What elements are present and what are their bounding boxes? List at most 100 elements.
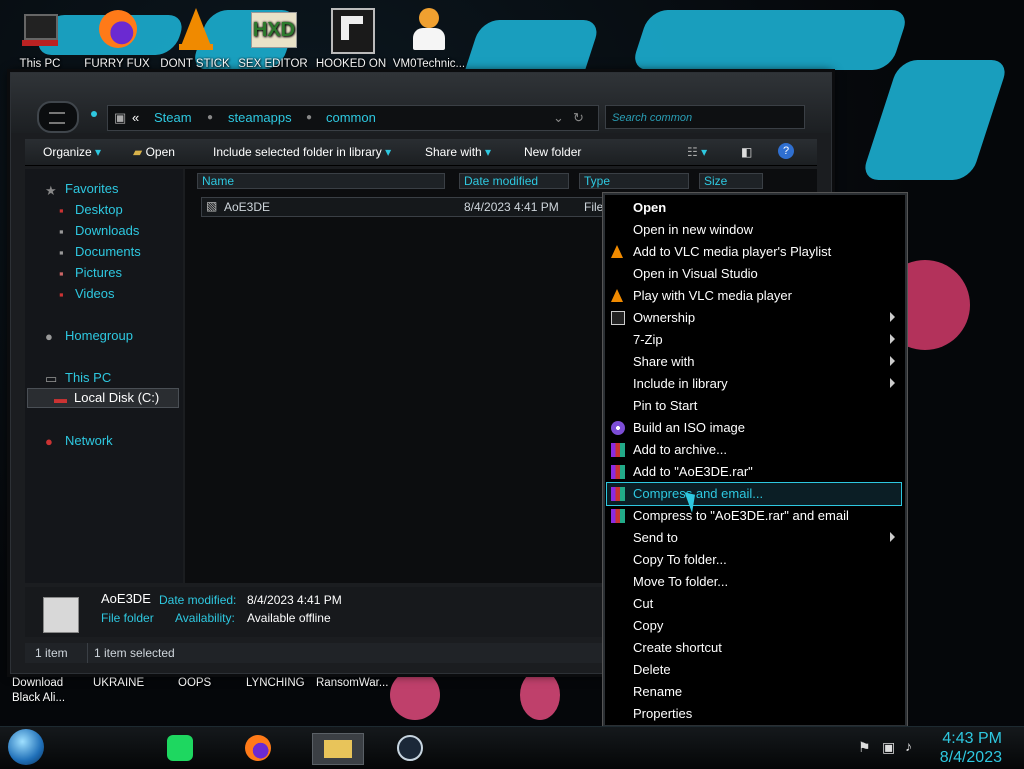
nav-videos[interactable]: Videos <box>75 286 115 301</box>
table-row[interactable]: ▧ AoE3DE 8/4/2023 4:41 PM File <box>201 197 603 217</box>
menu-item-label: Open in Visual Studio <box>633 266 758 281</box>
menu-item-label: Rename <box>633 684 683 699</box>
nav-local-disk-row[interactable]: ▬ Local Disk (C:) <box>27 388 179 408</box>
breadcrumb-steamapps[interactable]: steamapps <box>228 110 292 125</box>
menu-item-ownership[interactable]: Ownership <box>607 307 901 329</box>
chevron-down-icon[interactable]: ⌄ <box>553 110 564 126</box>
column-type[interactable]: Type <box>579 173 689 189</box>
desktop-icon-vm0technic[interactable]: VM0Technic... <box>389 6 469 70</box>
menu-item-cut[interactable]: Cut <box>607 593 901 615</box>
file-explorer-icon[interactable] <box>312 733 364 765</box>
breadcrumb-common[interactable]: common <box>326 110 376 125</box>
search-input[interactable]: Search common <box>605 105 805 129</box>
start-orb-icon[interactable] <box>8 729 44 765</box>
back-forward-button[interactable] <box>37 101 79 133</box>
menu-item-label: Build an ISO image <box>633 420 746 435</box>
menu-item-compress-rar-email[interactable]: Compress to "AoE3DE.rar" and email <box>607 505 901 527</box>
nav-documents[interactable]: Documents <box>75 244 141 259</box>
share-with-button[interactable]: Share with ▾ <box>425 145 491 159</box>
desktop-icon-dont-stick[interactable]: DONT STICK <box>155 6 235 70</box>
column-size[interactable]: Size <box>699 173 763 189</box>
steam-icon[interactable] <box>392 733 428 763</box>
menu-item-vlc-play[interactable]: Play with VLC media player <box>607 285 901 307</box>
desktop-icon-furry-fux[interactable]: FURRY FUX <box>77 6 157 70</box>
firefox-icon[interactable] <box>240 733 276 763</box>
menu-item-open-new-window[interactable]: Open in new window <box>607 219 901 241</box>
menu-item-copy[interactable]: Copy <box>607 615 901 637</box>
system-clock[interactable]: 4:43 PM 8/4/2023 <box>940 729 1002 767</box>
menu-item-build-iso[interactable]: Build an ISO image <box>607 417 901 439</box>
desktop-label-ransomware[interactable]: RansomWar... <box>316 676 388 691</box>
menu-item-vlc-playlist[interactable]: Add to VLC media player's Playlist <box>607 241 901 263</box>
desktop-icon-hooked-on[interactable]: HOOKED ON <box>311 6 391 70</box>
menu-item-label: Compress to "AoE3DE.rar" and email <box>633 508 849 523</box>
breadcrumb-steam[interactable]: Steam <box>154 110 192 125</box>
desktop-icon-label: DONT STICK <box>160 58 230 70</box>
firefox-icon <box>93 6 141 54</box>
vlc-icon <box>171 6 219 54</box>
flag-icon[interactable]: ⚑ <box>858 739 871 756</box>
nav-desktop[interactable]: Desktop <box>75 202 123 217</box>
nav-homegroup[interactable]: Homegroup <box>65 328 133 343</box>
desktop-label-download[interactable]: Download Black Ali... <box>12 676 72 706</box>
menu-item-add-rar[interactable]: Add to "AoE3DE.rar" <box>607 461 901 483</box>
menu-item-create-shortcut[interactable]: Create shortcut <box>607 637 901 659</box>
menu-item-label: 7-Zip <box>633 332 663 347</box>
details-date-value: 8/4/2023 4:41 PM <box>247 593 342 607</box>
preview-pane-icon[interactable]: ◧ <box>741 145 752 159</box>
include-label: Include selected folder in library <box>213 145 382 159</box>
desktop-label-ukraine[interactable]: UKRAINE <box>93 676 144 691</box>
view-options-icon[interactable]: ☷ ▾ <box>687 145 707 159</box>
menu-item-label: Ownership <box>633 310 696 325</box>
new-folder-button[interactable]: New folder <box>524 145 581 159</box>
menu-item-delete[interactable]: Delete <box>607 659 901 681</box>
network-icon: ● <box>45 434 53 449</box>
nav-downloads[interactable]: Downloads <box>75 223 139 238</box>
address-bar[interactable]: ▣ « Steam ● steamapps ● common ⌄ ↻ <box>107 105 599 131</box>
menu-item-pin-start[interactable]: Pin to Start <box>607 395 901 417</box>
column-date-modified[interactable]: Date modified <box>459 173 569 189</box>
nav-favorites[interactable]: Favorites <box>65 181 118 196</box>
menu-item-7zip[interactable]: 7-Zip <box>607 329 901 351</box>
details-date-label: Date modified: <box>159 593 237 607</box>
menu-item-label: Play with VLC media player <box>633 288 792 303</box>
desktop-label-lynching[interactable]: LYNCHING <box>246 676 305 691</box>
menu-item-move-to-folder[interactable]: Move To folder... <box>607 571 901 593</box>
volume-icon[interactable]: ♪ <box>905 738 912 754</box>
include-library-button[interactable]: Include selected folder in library ▾ <box>213 145 391 159</box>
nav-network[interactable]: Network <box>65 433 113 448</box>
menu-item-compress-email[interactable]: Compress and email... <box>606 482 902 506</box>
menu-item-visual-studio[interactable]: Open in Visual Studio <box>607 263 901 285</box>
menu-item-include-library[interactable]: Include in library <box>607 373 901 395</box>
videos-icon: ▪ <box>59 287 64 302</box>
network-tray-icon[interactable]: ▣ <box>882 739 895 756</box>
breadcrumb-overflow[interactable]: « <box>132 110 139 125</box>
breadcrumb-separator-icon: ● <box>306 112 313 123</box>
menu-item-open[interactable]: Open <box>607 197 901 219</box>
refresh-icon[interactable]: ↻ <box>573 110 584 126</box>
desktop-label-oops[interactable]: OOPS <box>178 676 211 691</box>
menu-item-send-to[interactable]: Send to <box>607 527 901 549</box>
nav-this-pc[interactable]: This PC <box>65 370 111 385</box>
file-name: AoE3DE <box>224 200 271 214</box>
submenu-arrow-icon <box>890 312 895 322</box>
breadcrumb-separator-icon: ● <box>207 112 214 123</box>
menu-item-label: Add to archive... <box>633 442 727 457</box>
menu-item-copy-to-folder[interactable]: Copy To folder... <box>607 549 901 571</box>
menu-item-add-archive[interactable]: Add to archive... <box>607 439 901 461</box>
desktop-icon-this-pc[interactable]: This PC <box>0 6 80 70</box>
menu-item-properties[interactable]: Properties <box>607 703 901 725</box>
vlc-icon <box>611 245 623 258</box>
desktop-icon-sex-editor[interactable]: HXD SEX EDITOR <box>233 6 313 70</box>
spotify-icon[interactable] <box>162 733 198 763</box>
desktop-icon-label: VM0Technic... <box>392 58 466 70</box>
column-name[interactable]: Name <box>197 173 445 189</box>
menu-item-share-with[interactable]: Share with <box>607 351 901 373</box>
nav-pictures[interactable]: Pictures <box>75 265 122 280</box>
open-button[interactable]: ▰ Open <box>133 145 175 159</box>
help-icon[interactable]: ? <box>778 143 794 159</box>
menu-item-rename[interactable]: Rename <box>607 681 901 703</box>
organize-button[interactable]: Organize ▾ <box>43 145 101 159</box>
winrar-icon <box>611 487 625 501</box>
submenu-arrow-icon <box>890 378 895 388</box>
